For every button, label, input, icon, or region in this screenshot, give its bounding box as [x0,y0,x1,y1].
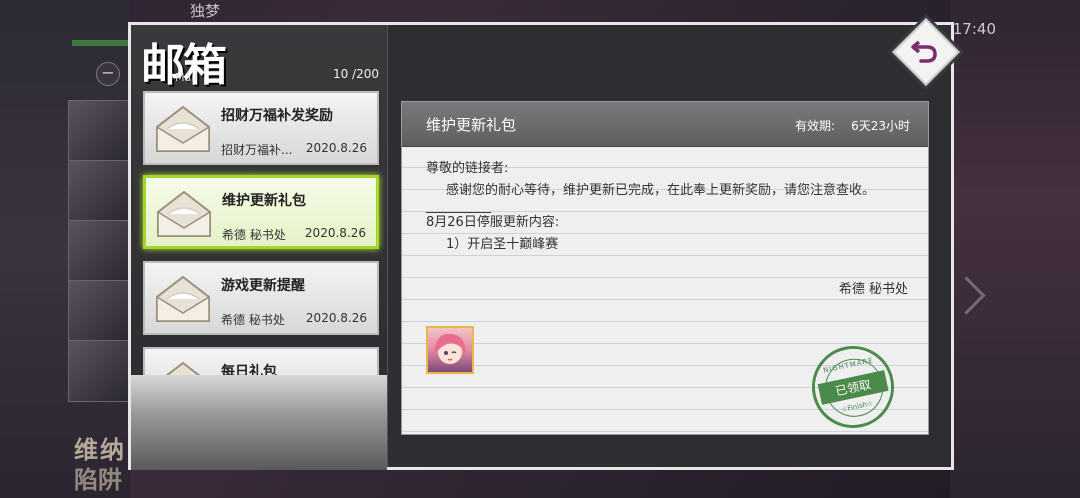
mail-title: 维护更新礼包 [222,193,306,209]
detail-header: 维护更新礼包 有效期: 6天23小时 [402,102,928,147]
mail-sender: 招财万福补... [221,143,293,157]
mail-list[interactable]: 邮箱 Mail 10 /200 招财万福补发奖励 招财万福补... 2020.8… [131,25,387,375]
mail-body: 尊敬的链接者: 感谢您的耐心等待，维护更新已完成，在此奉上更新奖励，请您注意查收… [426,158,916,256]
mail-date: 2020.8.26 [305,311,367,325]
mail-list-panel: 邮箱 Mail 10 /200 招财万福补发奖励 招财万福补... 2020.8… [131,25,388,470]
background-character-card [68,280,132,342]
mail-title: 招财万福补发奖励 [221,108,333,124]
mailbox-subtitle: Mail [175,71,198,84]
mail-item[interactable]: 招财万福补发奖励 招财万福补... 2020.8.26 [143,91,379,165]
envelope-icon [156,275,210,322]
mail-title: 游戏更新提醒 [221,278,305,294]
player-name: 独梦 [190,2,221,20]
event-banner-text: 陷阱 [74,465,122,494]
signature: 希德 秘书处 [838,282,908,297]
background-right-panel [950,0,1080,498]
attachment-avatar[interactable] [426,326,474,374]
mail-detail: 维护更新礼包 有效期: 6天23小时 尊敬的链接者: 感谢您的耐心等待，维护更新已… [401,101,929,435]
list-fade-overlay [131,375,387,470]
validity-value: 6天23小时 [851,119,910,133]
mail-sender: 希德 秘书处 [221,313,285,327]
mail-date: 2020.8.26 [305,141,367,155]
mail-item[interactable]: 每日礼包 [143,347,379,375]
envelope-icon [156,105,210,152]
body-line: 感谢您的耐心等待，维护更新已完成，在此奉上更新奖励，请您注意查收。 [446,183,876,198]
background-character-card [68,160,132,222]
notes-title: 8月26日停服更新内容: [426,215,560,230]
background-progress-bar [72,40,132,46]
mail-item[interactable]: 游戏更新提醒 希德 秘书处 2020.8.26 [143,261,379,335]
background-character-card [68,220,132,282]
mail-sender: 希德 秘书处 [222,228,286,242]
mail-date: 2020.8.26 [304,226,366,240]
mail-count: 10 /200 [332,67,379,81]
background-character-card [68,340,132,402]
note-item: 1）开启圣十巅峰赛 [446,237,559,252]
minus-icon: − [96,62,120,86]
validity: 有效期: 6天23小时 [795,117,910,134]
detail-title: 维护更新礼包 [426,116,517,134]
mail-title: 每日礼包 [221,364,277,375]
clock: 17:40 [952,20,996,38]
validity-label: 有效期: [795,119,836,133]
divider: __________ [426,199,491,214]
envelope-icon [165,361,201,375]
mail-window: 邮箱 Mail 10 /200 招财万福补发奖励 招财万福补... 2020.8… [128,22,954,470]
background-character-card [68,100,132,162]
mail-item-selected[interactable]: 维护更新礼包 希德 秘书处 2020.8.26 [143,175,379,249]
envelope-icon [157,190,211,237]
greeting: 尊敬的链接者: [426,161,509,176]
back-button[interactable] [892,18,960,86]
character-portrait-icon [434,333,466,364]
back-arrow-icon [911,40,937,63]
